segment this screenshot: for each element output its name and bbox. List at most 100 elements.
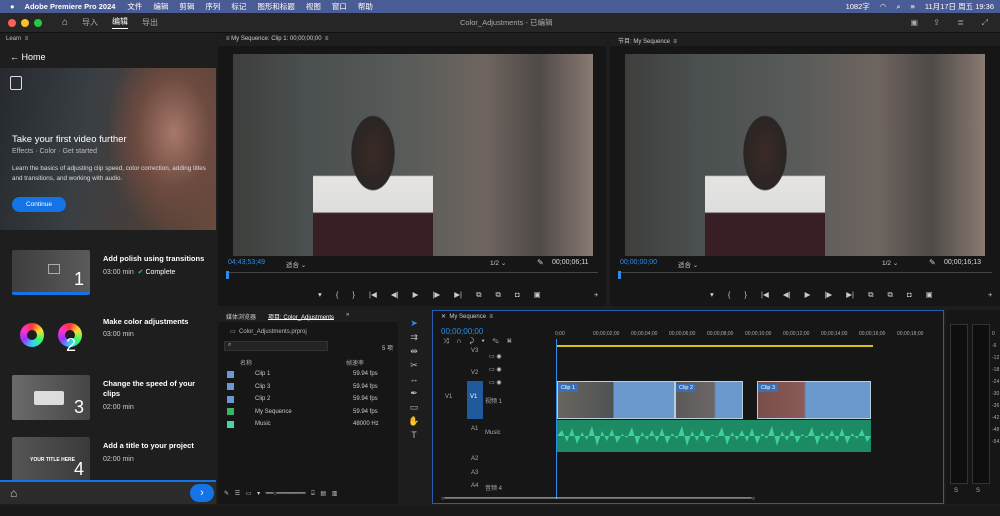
program-ratio-select[interactable]: 1/2 ⌄	[882, 259, 898, 267]
source-transport-controls[interactable]: ▾ { } |◀ ◀| ▶ |▶ ▶| ⧉ ⧉ ◘ ▣	[318, 290, 541, 300]
datetime[interactable]: 11月17日 周五 19:36	[925, 1, 994, 12]
learn-panel-tab[interactable]: Learn ≡	[0, 34, 216, 46]
track-v3[interactable]: V3	[471, 348, 478, 354]
source-ratio-select[interactable]: 1/2 ⌄	[490, 259, 506, 267]
source-video-frame[interactable]	[233, 54, 593, 256]
program-fit-select[interactable]: 适合 ⌄	[678, 259, 698, 269]
list-item[interactable]: Clip 2 59.94 fps	[218, 393, 393, 406]
tab-project[interactable]: 项目: Color_Adjustments	[268, 312, 335, 321]
fullscreen-icon[interactable]: ⤢	[982, 18, 988, 28]
selection-tool-icon[interactable]: ➤	[404, 316, 424, 330]
source-fit-select[interactable]: 适合 ⌄	[286, 259, 306, 269]
video-clip[interactable]: Clip 3	[757, 381, 871, 419]
audio-clip[interactable]	[557, 420, 871, 452]
project-footer-tools[interactable]: ✎ ☰ ▭ ▾ ━━○━━━━━━━━ ⌹ ▤ ▥	[224, 490, 337, 498]
track-a4[interactable]: A4	[471, 483, 478, 489]
zoom-window-button[interactable]	[34, 18, 42, 27]
timeline-timecode[interactable]: 00;00;00;00	[441, 327, 483, 336]
program-transport-controls[interactable]: ▾ { } |◀ ◀| ▶ |▶ ▶| ⧉ ⧉ ◘ ▣	[710, 290, 933, 300]
share-icon[interactable]: ⇪	[933, 18, 940, 27]
lesson-thumb-title[interactable]: YOUR TITLE HERE 4	[12, 437, 90, 482]
next-arrow-button[interactable]: ›	[190, 484, 214, 502]
menu-file[interactable]: 文件	[127, 1, 142, 12]
add-button[interactable]: +	[594, 290, 598, 299]
menu-graphics[interactable]: 图形和标题	[257, 1, 295, 12]
source-timecode[interactable]: 04;43;53;49	[228, 259, 265, 266]
tab-export[interactable]: 导出	[142, 17, 158, 28]
v1-target[interactable]: V1	[467, 381, 483, 419]
menu-view[interactable]: 视图	[306, 1, 321, 12]
lesson-thumb-speed[interactable]: 3	[12, 375, 90, 420]
track-a3[interactable]: A3	[471, 470, 478, 476]
source-time-ruler[interactable]	[226, 272, 598, 278]
video-clip[interactable]: Clip 1	[557, 381, 675, 419]
hand-icon[interactable]: ✋	[404, 414, 424, 428]
ripple-edit-icon[interactable]: ⇹	[404, 344, 424, 358]
minimize-window-button[interactable]	[21, 18, 29, 27]
tab-import[interactable]: 导入	[82, 17, 98, 28]
source-monitor-tab[interactable]: ≡ My Sequence: Clip 1: 00;00;00;00 ≡	[218, 34, 606, 46]
lesson-thumb-transitions[interactable]: 1	[12, 250, 90, 295]
timeline-playhead[interactable]	[556, 339, 557, 499]
pen-icon[interactable]: ✒	[404, 386, 424, 400]
timeline-toolbar[interactable]: ⤨ ∩ ⤸ ▾ ✎ ⌘	[443, 338, 512, 346]
status-badge[interactable]: 1082字	[846, 1, 870, 12]
bookmark-icon[interactable]	[10, 76, 22, 90]
more-tabs-icon[interactable]: »	[346, 312, 349, 320]
v1-source-patch[interactable]: V1	[445, 394, 452, 400]
track-v2[interactable]: V2	[471, 370, 478, 376]
track-a1[interactable]: A1	[471, 426, 478, 432]
close-window-button[interactable]	[8, 18, 16, 27]
continue-button[interactable]: Continue	[12, 197, 66, 212]
menu-sequence[interactable]: 序列	[205, 1, 220, 12]
razor-icon[interactable]: ✂	[404, 358, 424, 372]
add-button[interactable]: +	[988, 290, 992, 299]
project-search-input[interactable]: ⌕	[224, 341, 328, 351]
program-time-ruler[interactable]	[618, 272, 992, 278]
program-monitor-tab[interactable]: 节目: My Sequence ≡	[610, 34, 1000, 46]
list-item[interactable]: Clip 1 59.94 fps	[218, 368, 393, 381]
control-center-icon[interactable]: ≡	[911, 2, 915, 11]
track-select-icon[interactable]: ⇉	[404, 330, 424, 344]
menu-markers[interactable]: 标记	[231, 1, 246, 12]
progress-icon[interactable]: ≣	[957, 18, 964, 27]
lesson-title[interactable]: Add a title to your project	[103, 441, 211, 451]
back-home-link[interactable]: ← Home	[10, 52, 46, 62]
apple-icon[interactable]: ●	[10, 2, 15, 11]
menu-edit[interactable]: 编辑	[153, 1, 168, 12]
home-icon[interactable]: ⌂	[10, 486, 17, 500]
home-icon[interactable]: ⌂	[62, 17, 68, 28]
wifi-icon[interactable]: ◠	[880, 2, 887, 11]
lesson-title[interactable]: Add polish using transitions	[103, 254, 211, 264]
menu-clip[interactable]: 剪辑	[179, 1, 194, 12]
tab-media-browser[interactable]: 媒体浏览器	[226, 312, 256, 321]
list-item[interactable]: Music 48000 Hz	[218, 418, 393, 431]
track-a2[interactable]: A2	[471, 456, 478, 462]
list-item[interactable]: Clip 3 59.94 fps	[218, 381, 393, 394]
wrench-icon[interactable]: ✎	[929, 258, 936, 267]
track-toggles[interactable]: ▭ ◉ ▭ ◉ ▭ ◉	[489, 351, 502, 390]
lesson-title[interactable]: Make color adjustments	[103, 317, 211, 327]
wrench-icon[interactable]: ✎	[537, 258, 544, 267]
slip-icon[interactable]: ↔	[404, 372, 424, 386]
solo-button[interactable]: S	[976, 488, 980, 494]
lesson-title[interactable]: Change the speed of your clips	[103, 379, 211, 399]
program-playhead[interactable]	[618, 271, 621, 279]
app-name[interactable]: Adobe Premiere Pro 2024	[25, 2, 116, 11]
timeline-zoom-slider[interactable]: ○━━━━━━━━━━━━━━━━━━━━━━━━━━━━━━━━━━━━━━━…	[441, 495, 755, 502]
menu-help[interactable]: 帮助	[358, 1, 373, 12]
video-clip[interactable]: Clip 2	[675, 381, 743, 419]
search-icon[interactable]: ⌕	[896, 2, 900, 12]
work-area-bar[interactable]	[557, 345, 873, 347]
program-timecode[interactable]: 00;00;00;00	[620, 259, 657, 266]
column-framerate[interactable]: 帧速率	[346, 358, 364, 367]
timeline-ruler[interactable]: 0;00 00;00;02;00 00;00;04;00 00;00;06;00…	[555, 331, 933, 345]
tab-edit[interactable]: 编辑	[112, 16, 129, 29]
workspaces-icon[interactable]: ▣	[910, 18, 918, 27]
solo-button[interactable]: S	[954, 488, 958, 494]
program-video-frame[interactable]	[625, 54, 985, 256]
rectangle-icon[interactable]: ▭	[404, 400, 424, 414]
menu-window[interactable]: 窗口	[332, 1, 347, 12]
source-playhead[interactable]	[226, 271, 229, 279]
column-name[interactable]: 名称	[240, 358, 252, 367]
